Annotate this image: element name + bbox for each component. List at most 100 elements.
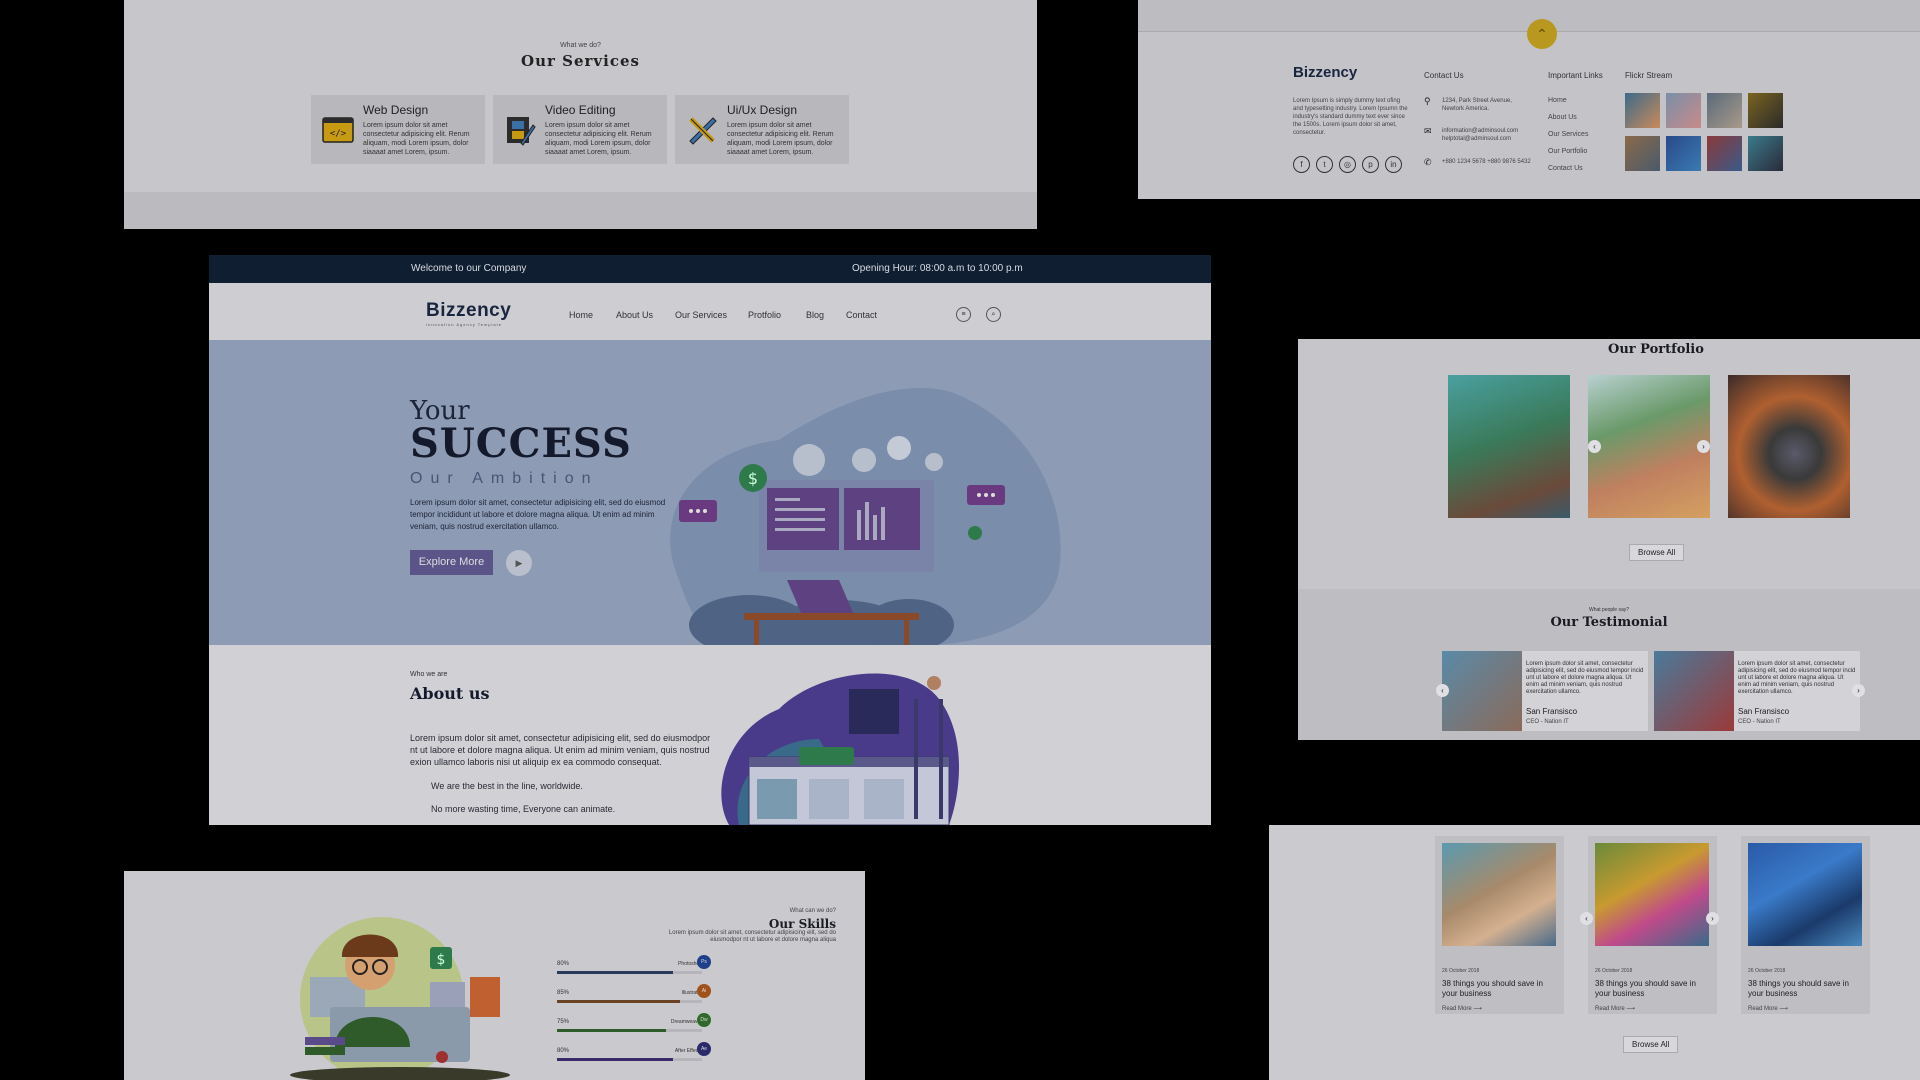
about-title: About us (410, 684, 490, 703)
skill-percent: 85% (557, 990, 570, 996)
skill-row: 80% After Effects (557, 1048, 702, 1068)
main-navbar: Bizzency Innovation Agency Template Home… (209, 283, 1211, 340)
showcase-stage: What we do? Our Services </> Web Design … (0, 0, 1920, 1080)
skill-percent: 80% (557, 1048, 570, 1054)
dribbble-icon[interactable]: ◎ (1339, 156, 1356, 173)
blog-date: 26 October 2018 (1442, 968, 1480, 974)
portfolio-prev-arrow[interactable]: ‹ (1588, 440, 1601, 453)
nav-contact[interactable]: Contact (846, 310, 877, 320)
skills-title: Our Skills (768, 917, 836, 931)
footer-logo[interactable]: Bizzency (1293, 64, 1357, 81)
portfolio-browse-button[interactable]: Browse All (1629, 544, 1685, 561)
portfolio-image[interactable] (1588, 375, 1710, 518)
skill-bar-fill (557, 1000, 680, 1003)
service-card-uiux-design[interactable]: Ui/Ux Design Lorem ipsum dolor sit amet … (675, 95, 849, 164)
address-text: 1234, Park Street Avenue, Newtork Americ… (1442, 98, 1512, 112)
blog-prev-arrow[interactable]: ‹ (1580, 912, 1593, 925)
opening-hours: Opening Hour: 08:00 a.m to 10:00 p.m (852, 263, 1023, 274)
read-more-link[interactable]: Read More ⟶ (1748, 1005, 1788, 1012)
testimonial-prev-arrow[interactable]: ‹ (1436, 684, 1449, 697)
testimonial-title: Our Testimonial (1550, 615, 1668, 630)
flickr-photo[interactable] (1748, 136, 1783, 171)
footer-section: ⌃ Bizzency Lorem Ipsum is simply dummy t… (1138, 0, 1920, 199)
skills-section: $ What can we do? Our Skills Lorem ipsum… (124, 871, 865, 1080)
footer-about-text: Lorem Ipsum is simply dummy text ofing a… (1293, 98, 1408, 136)
portfolio-image[interactable] (1728, 375, 1850, 518)
services-title: Our Services (521, 52, 640, 70)
footer-link-about[interactable]: About Us (1548, 114, 1577, 121)
nav-portfolio[interactable]: Protfolio (748, 310, 781, 320)
flickr-photo[interactable] (1707, 136, 1742, 171)
menu-icon[interactable]: ≡ (956, 307, 971, 322)
blog-date: 26 October 2018 (1595, 968, 1633, 974)
envelope-icon: ✉ (1424, 126, 1432, 136)
footer-link-home[interactable]: Home (1548, 97, 1567, 104)
search-icon[interactable]: ⌕ (986, 307, 1001, 322)
testimonial-name: San Fransisco (1526, 707, 1578, 716)
blog-next-arrow[interactable]: › (1706, 912, 1719, 925)
nav-blog[interactable]: Blog (806, 310, 824, 320)
skills-eyebrow: What can we do? (789, 908, 836, 914)
blog-browse-button[interactable]: Browse All (1623, 1036, 1679, 1053)
twitter-icon[interactable]: t (1316, 156, 1333, 173)
services-band-bottom (124, 192, 1037, 229)
scroll-top-button[interactable]: ⌃ (1527, 19, 1557, 49)
flickr-photo[interactable] (1625, 93, 1660, 128)
blog-title[interactable]: 38 things you should save in your busine… (1442, 979, 1558, 999)
testimonial-next-arrow[interactable]: › (1852, 684, 1865, 697)
email-text[interactable]: information@adminsoul.com helptotal@admi… (1442, 128, 1518, 142)
homepage-preview: Welcome to our Company Opening Hour: 08:… (209, 255, 1211, 825)
portfolio-next-arrow[interactable]: › (1697, 440, 1710, 453)
footer-link-portfolio[interactable]: Our Portfolio (1548, 148, 1587, 155)
blog-card[interactable]: 26 October 2018 38 things you should sav… (1588, 836, 1717, 1014)
service-desc: Lorem ipsum dolor sit amet consectetur a… (545, 122, 652, 156)
service-name: Video Editing (545, 103, 616, 117)
site-logo[interactable]: Bizzency Innovation Agency Template (426, 300, 511, 327)
skill-percent: 75% (557, 1019, 570, 1025)
portfolio-section: Our Portfolio ‹ › Browse All What people… (1298, 339, 1920, 740)
blog-card[interactable]: 26 October 2018 38 things you should sav… (1741, 836, 1870, 1014)
blog-title[interactable]: 38 things you should save in your busine… (1595, 979, 1711, 999)
flickr-photo[interactable] (1625, 136, 1660, 171)
pinterest-icon[interactable]: p (1362, 156, 1379, 173)
nav-about[interactable]: About Us (616, 310, 653, 320)
portfolio-image[interactable] (1448, 375, 1570, 518)
hero-section: Your SUCCESS Our Ambition Lorem ipsum do… (209, 340, 1211, 645)
svg-text:$: $ (748, 469, 758, 488)
skill-bar-fill (557, 971, 673, 974)
testimonial-photo (1654, 651, 1734, 731)
hero-description: Lorem ipsum dolor sit amet, consectetur … (410, 498, 666, 531)
flickr-photo[interactable] (1707, 93, 1742, 128)
nav-home[interactable]: Home (569, 310, 593, 320)
skill-bar-fill (557, 1029, 666, 1032)
explore-more-button[interactable]: Explore More (410, 550, 493, 575)
flickr-photo[interactable] (1666, 136, 1701, 171)
blog-image (1748, 843, 1862, 946)
logo-text: Bizzency (426, 300, 512, 321)
skill-app-icon: Dw (697, 1013, 711, 1027)
flickr-photo[interactable] (1748, 93, 1783, 128)
hero-subheadline: Our Ambition (410, 470, 599, 487)
about-point: No more wasting time, Everyone can anima… (431, 804, 616, 814)
play-video-button[interactable]: ▶ (506, 550, 532, 576)
nav-services[interactable]: Our Services (675, 310, 727, 320)
service-card-web-design[interactable]: </> Web Design Lorem ipsum dolor sit ame… (311, 95, 485, 164)
testimonial-card: Lorem ipsum dolor sit amet, consectetur … (1442, 651, 1648, 731)
read-more-link[interactable]: Read More ⟶ (1595, 1005, 1635, 1012)
portfolio-title: Our Portfolio (1608, 342, 1704, 357)
contact-address: ⚲ 1234, Park Street Avenue, Newtork Ameri… (1424, 97, 1534, 113)
testimonial-role: CEO - Nation IT (1526, 719, 1569, 725)
facebook-icon[interactable]: f (1293, 156, 1310, 173)
skills-text: Lorem ipsum dolor sit amet, consectetur … (668, 930, 836, 943)
footer-link-contact[interactable]: Contact Us (1548, 165, 1583, 172)
footer-link-services[interactable]: Our Services (1548, 131, 1588, 138)
service-desc: Lorem ipsum dolor sit amet consectetur a… (727, 122, 834, 156)
linkedin-icon[interactable]: in (1385, 156, 1402, 173)
blog-title[interactable]: 38 things you should save in your busine… (1748, 979, 1864, 999)
testimonial-name: San Fransisco (1738, 707, 1790, 716)
service-card-video-editing[interactable]: Video Editing Lorem ipsum dolor sit amet… (493, 95, 667, 164)
flickr-photo[interactable] (1666, 93, 1701, 128)
blog-card[interactable]: 26 October 2018 38 things you should sav… (1435, 836, 1564, 1014)
read-more-link[interactable]: Read More ⟶ (1442, 1005, 1482, 1012)
about-eyebrow: Who we are (410, 671, 448, 678)
